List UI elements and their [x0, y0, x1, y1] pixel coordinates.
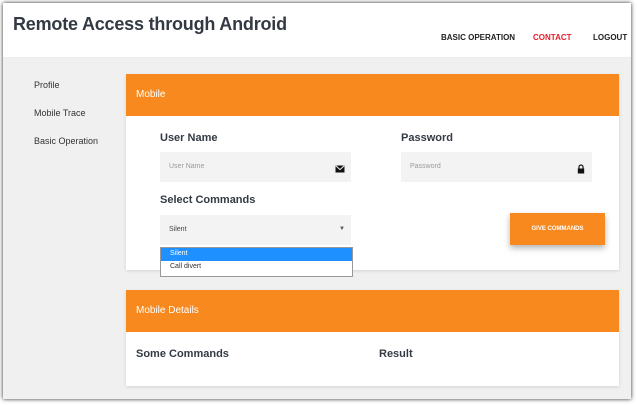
mobile-card-header: Mobile — [126, 74, 619, 116]
password-label: Password — [401, 132, 453, 144]
commands-select-value: Silent — [169, 226, 187, 233]
password-input[interactable]: Password — [401, 152, 592, 182]
mobile-details-title: Mobile Details — [136, 305, 199, 316]
some-commands-heading: Some Commands — [136, 348, 229, 360]
user-name-placeholder: User Name — [169, 163, 205, 170]
user-name-label: User Name — [160, 132, 218, 144]
password-placeholder: Password — [410, 163, 441, 170]
envelope-icon — [335, 161, 345, 173]
mobile-details-header: Mobile Details — [126, 290, 619, 332]
option-call-divert[interactable]: Call divert — [161, 261, 352, 274]
nav-contact[interactable]: CONTACT — [533, 33, 572, 42]
select-commands-label: Select Commands — [160, 194, 256, 206]
option-silent-label: Silent — [170, 250, 188, 257]
app-window: Remote Access through Android BASIC OPER… — [3, 3, 631, 399]
sidebar-item-mobile-trace[interactable]: Mobile Trace — [34, 108, 86, 118]
result-heading: Result — [379, 348, 413, 360]
chevron-down-icon: ▼ — [339, 226, 345, 232]
user-name-input[interactable]: User Name — [160, 152, 351, 182]
mobile-card: Mobile User Name User Name Password Pass… — [126, 74, 619, 277]
app-title: Remote Access through Android — [13, 14, 287, 34]
give-commands-button[interactable]: GIVE COMMANDS — [510, 213, 605, 245]
commands-select[interactable]: Silent ▼ — [160, 215, 351, 245]
option-silent[interactable]: Silent — [161, 248, 352, 261]
sidebar-item-basic-operation[interactable]: Basic Operation — [34, 136, 98, 146]
lock-icon — [576, 161, 586, 174]
mobile-card-title: Mobile — [136, 89, 166, 100]
nav-logout[interactable]: LOGOUT — [593, 33, 627, 42]
mobile-details-card: Mobile Details Some Commands Result — [126, 290, 619, 386]
commands-dropdown: Silent Call divert — [160, 247, 353, 277]
nav-basic-operation[interactable]: BASIC OPERATION — [441, 33, 515, 42]
sidebar-item-profile[interactable]: Profile — [34, 80, 60, 90]
option-call-divert-label: Call divert — [170, 263, 202, 270]
top-header: Remote Access through Android BASIC OPER… — [3, 3, 631, 58]
main-content: Profile Mobile Trace Basic Operation Mob… — [3, 58, 631, 399]
